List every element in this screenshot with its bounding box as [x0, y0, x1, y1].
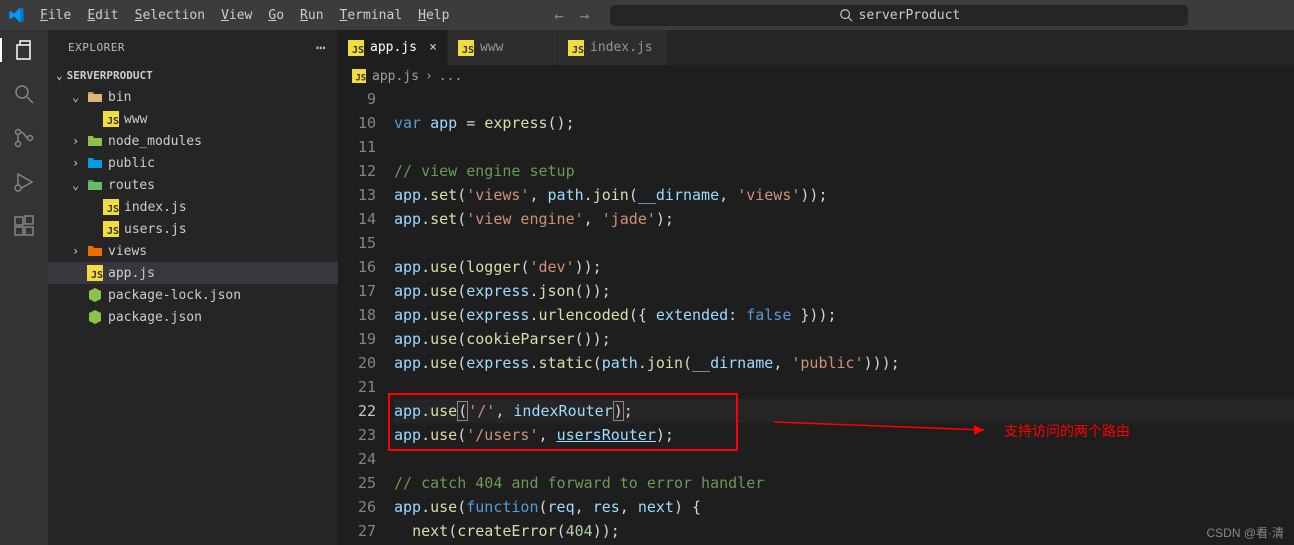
close-icon[interactable]: ×	[429, 40, 437, 55]
chevron-down-icon: ⌄	[72, 90, 86, 104]
tree-file-users[interactable]: JSusers.js	[48, 218, 338, 240]
titlebar: FFileile Edit Selection View Go Run Term…	[0, 0, 1294, 30]
main: EXPLORER ⋯ ⌄ SERVERPRODUCT ⌄bin JSwww ›n…	[0, 30, 1294, 545]
chevron-down-icon: ⌄	[72, 178, 86, 192]
js-icon: JS	[458, 40, 474, 56]
tabs: JSapp.js× JSwww JSindex.js	[338, 30, 1294, 65]
sidebar-header: EXPLORER ⋯	[48, 30, 338, 65]
nav-back[interactable]: ←	[554, 6, 564, 25]
tree-file-www[interactable]: JSwww	[48, 108, 338, 130]
js-icon: JS	[348, 40, 364, 56]
menu-bar: FFileile Edit Selection View Go Run Term…	[32, 4, 457, 27]
folder-icon	[86, 89, 104, 105]
svg-text:JS: JS	[352, 45, 364, 56]
folder-icon	[86, 177, 104, 193]
menu-go[interactable]: Go	[260, 4, 292, 27]
svg-text:JS: JS	[572, 45, 584, 56]
js-icon: JS	[86, 265, 104, 281]
tree-file-index[interactable]: JSindex.js	[48, 196, 338, 218]
gutter: 9101112131415161718192021222324252627	[338, 87, 394, 545]
svg-text:JS: JS	[462, 45, 474, 56]
svg-text:JS: JS	[107, 226, 119, 237]
sidebar-title: EXPLORER	[68, 41, 125, 54]
search-icon	[839, 8, 853, 22]
chevron-right-icon: ›	[72, 244, 86, 258]
npm-icon	[86, 309, 104, 325]
folder-icon	[86, 133, 104, 149]
activity-debug[interactable]	[12, 170, 36, 194]
chevron-right-icon: ›	[72, 156, 86, 170]
file-tree: ⌄bin JSwww ›node_modules ›public ⌄routes…	[48, 86, 338, 328]
activity-search[interactable]	[12, 82, 36, 106]
js-icon: JS	[102, 221, 120, 237]
js-icon: JS	[352, 69, 366, 83]
js-icon: JS	[568, 40, 584, 56]
tab-www[interactable]: JSwww	[448, 30, 558, 65]
titlebar-center: ← → serverProduct	[457, 4, 1286, 27]
tree-file-app[interactable]: JSapp.js	[48, 262, 338, 284]
menu-run[interactable]: Run	[292, 4, 331, 27]
tab-app[interactable]: JSapp.js×	[338, 30, 448, 65]
command-center[interactable]: serverProduct	[609, 4, 1189, 27]
tree-folder-bin[interactable]: ⌄bin	[48, 86, 338, 108]
code-area[interactable]: 9101112131415161718192021222324252627 va…	[338, 87, 1294, 545]
menu-edit[interactable]: Edit	[79, 4, 126, 27]
svg-text:JS: JS	[356, 73, 367, 83]
breadcrumb-more: ...	[439, 69, 462, 84]
svg-text:JS: JS	[107, 116, 119, 127]
menu-view[interactable]: View	[213, 4, 260, 27]
project-header[interactable]: ⌄ SERVERPRODUCT	[48, 65, 338, 86]
js-icon: JS	[102, 111, 120, 127]
menu-selection[interactable]: Selection	[127, 4, 213, 27]
activity-scm[interactable]	[12, 126, 36, 150]
tree-file-pkg[interactable]: package.json	[48, 306, 338, 328]
menu-help[interactable]: Help	[410, 4, 457, 27]
watermark: CSDN @看·清	[1206, 524, 1284, 541]
tree-folder-routes[interactable]: ⌄routes	[48, 174, 338, 196]
search-text: serverProduct	[859, 8, 961, 23]
menu-terminal[interactable]: Terminal	[332, 4, 411, 27]
js-icon: JS	[102, 199, 120, 215]
breadcrumb-sep: ›	[425, 69, 433, 84]
code[interactable]: var app = express(); // view engine setu…	[394, 87, 1294, 545]
svg-text:JS: JS	[107, 204, 119, 215]
menu-file[interactable]: FFileile	[32, 4, 79, 27]
activity-explorer[interactable]	[13, 38, 37, 62]
tree-folder-node-modules[interactable]: ›node_modules	[48, 130, 338, 152]
folder-icon	[86, 243, 104, 259]
chevron-down-icon: ⌄	[56, 69, 63, 82]
breadcrumb-file: app.js	[372, 69, 419, 84]
tree-folder-views[interactable]: ›views	[48, 240, 338, 262]
activity-extensions[interactable]	[12, 214, 36, 238]
sidebar: EXPLORER ⋯ ⌄ SERVERPRODUCT ⌄bin JSwww ›n…	[48, 30, 338, 545]
editor-group: JSapp.js× JSwww JSindex.js JS app.js › .…	[338, 30, 1294, 545]
nav-arrows: ← →	[554, 6, 589, 25]
sidebar-more-icon[interactable]: ⋯	[316, 38, 326, 57]
folder-icon	[86, 155, 104, 171]
npm-icon	[86, 287, 104, 303]
tree-folder-public[interactable]: ›public	[48, 152, 338, 174]
chevron-right-icon: ›	[72, 134, 86, 148]
tree-file-pkglock[interactable]: package-lock.json	[48, 284, 338, 306]
activity-bar	[0, 30, 48, 545]
vscode-icon	[8, 7, 24, 23]
breadcrumb[interactable]: JS app.js › ...	[338, 65, 1294, 87]
project-name: SERVERPRODUCT	[67, 69, 153, 82]
svg-text:JS: JS	[91, 270, 103, 281]
nav-forward[interactable]: →	[580, 6, 590, 25]
tab-index[interactable]: JSindex.js	[558, 30, 668, 65]
